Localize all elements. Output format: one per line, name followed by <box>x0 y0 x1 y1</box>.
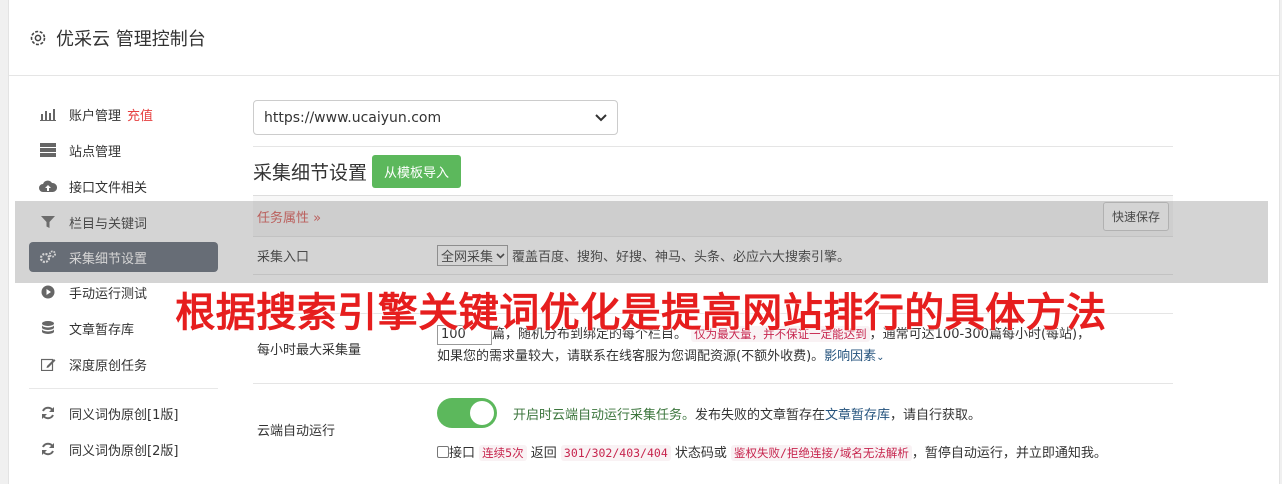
cloud-text-e: ，暂停自动运行，并立即通知我。 <box>911 446 1107 461</box>
cloud-text-c: 返回 <box>530 446 557 461</box>
toggle-knob <box>470 401 494 425</box>
code-5-times: 连续5次 <box>479 445 527 461</box>
recharge-link[interactable]: 充值 <box>127 105 153 124</box>
chevron-down-icon <box>595 110 607 126</box>
site-select-value: https://www.ucaiyun.com <box>264 109 442 126</box>
chk-label: 接口 <box>449 446 476 461</box>
sidebar-item-account[interactable]: 账户管理 充值 <box>29 96 218 132</box>
sidebar-item-interface[interactable]: 接口文件相关 <box>29 168 218 204</box>
watermark-caption: 根据搜索引擎关键词优化是提高网站排行的具体方法 <box>175 290 1107 336</box>
cloud-run-toggle[interactable] <box>437 398 497 428</box>
line-2: 如果您的需求量较大，请联系在线客服为您调配资源(不额外收费)。影响因素⌄ <box>437 346 1173 369</box>
gear-icon <box>29 29 47 47</box>
page-header: 优采云 管理控制台 <box>9 0 1279 76</box>
site-select[interactable]: https://www.ucaiyun.com <box>253 100 618 135</box>
section-title: 采集细节设置 <box>253 161 368 184</box>
row-cloud-run: 云端自动运行 开启时云端自动运行采集任务。 发布失败的文章暂存在 文章暂存库 ，请自行… <box>253 384 1173 474</box>
cloud-text-a: 发布失败的文章暂存在 <box>695 407 826 423</box>
sidebar-divider <box>29 388 218 389</box>
sidebar-item-label: 同义词伪原创[1版] <box>69 407 179 423</box>
sidebar-item-deep-original[interactable]: 深度原创任务 <box>29 346 218 382</box>
factors-link[interactable]: 影响因素 <box>824 349 876 364</box>
row-label: 云端自动运行 <box>257 423 336 439</box>
sidebar-item-label: 同义词伪原创[2版] <box>69 443 179 459</box>
row-value: 开启时云端自动运行采集任务。 发布失败的文章暂存在 文章暂存库 ，请自行获取。 接口 … <box>437 384 1173 474</box>
sidebar-item-label: 账户管理 <box>69 108 122 124</box>
cloud-text-b: ，请自行获取。 <box>890 407 982 423</box>
cloud-upload-icon <box>39 178 57 194</box>
chevron-down-icon: ⌄ <box>876 352 885 363</box>
cloud-text-d: 状态码或 <box>674 446 727 461</box>
sidebar-item-synonym-v1[interactable]: 同义词伪原创[1版] <box>29 395 218 431</box>
article-store-link[interactable]: 文章暂存库 <box>825 404 890 423</box>
code-status: 301/302/403/404 <box>560 445 671 461</box>
max-line-2: 如果您的需求量较大，请联系在线客服为您调配资源(不额外收费)。 <box>437 349 825 364</box>
server-icon <box>39 142 57 158</box>
sidebar-item-label: 接口文件相关 <box>69 180 148 196</box>
cloud-line-1: 开启时云端自动运行采集任务。 发布失败的文章暂存在 文章暂存库 ，请自行获取。 <box>437 398 1173 428</box>
section-header: 采集细节设置 从模板导入 <box>253 147 1173 195</box>
sidebar-item-sites[interactable]: 站点管理 <box>29 132 218 168</box>
sidebar-item-label: 站点管理 <box>69 144 122 160</box>
sidebar-item-synonym-v2[interactable]: 同义词伪原创[2版] <box>29 431 218 467</box>
bar-chart-icon <box>39 106 57 122</box>
pause-checkbox[interactable] <box>437 446 449 458</box>
edit-icon <box>39 356 57 372</box>
page-title: 优采云 管理控制台 <box>56 28 206 50</box>
import-template-button[interactable]: 从模板导入 <box>372 154 462 188</box>
cloud-toggle-text: 开启时云端自动运行采集任务。 <box>513 407 696 423</box>
refresh-icon <box>39 405 57 421</box>
sidebar-item-label: 深度原创任务 <box>69 358 148 374</box>
refresh-icon <box>39 441 57 457</box>
gray-overlay <box>15 201 1268 283</box>
code-errors: 鉴权失败/拒绝连接/域名无法解析 <box>731 445 912 461</box>
cloud-line-2: 接口 连续5次 返回 301/302/403/404 状态码或 鉴权失败/拒绝连… <box>437 442 1173 461</box>
